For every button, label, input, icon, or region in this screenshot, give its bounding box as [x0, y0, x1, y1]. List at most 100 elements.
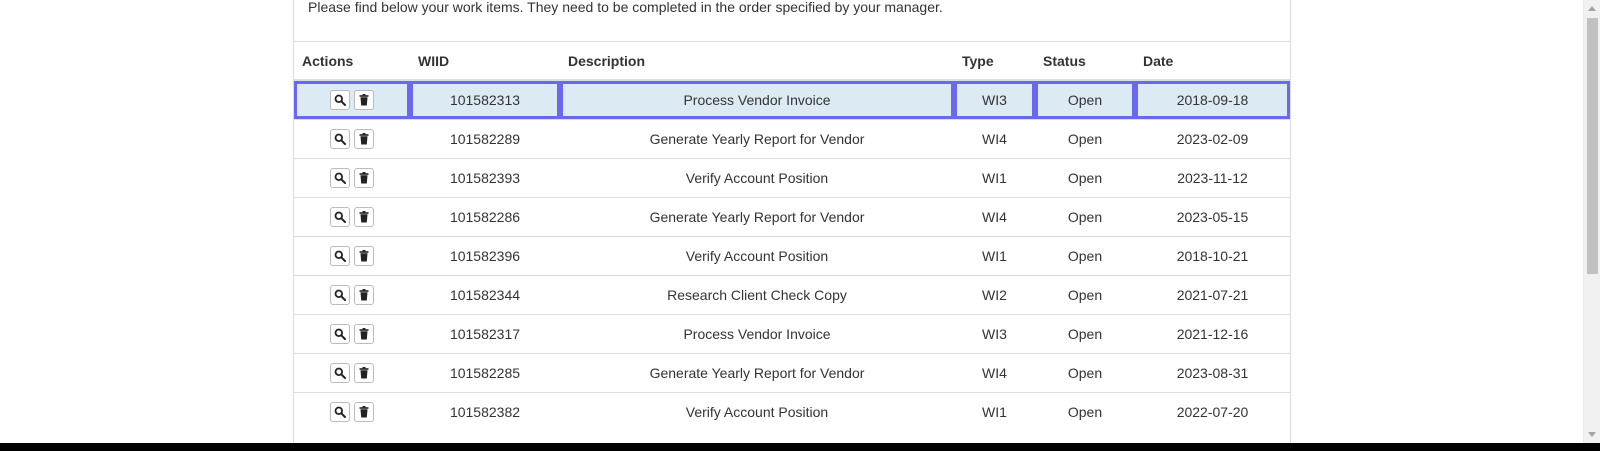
- date-cell: 2023-08-31: [1135, 353, 1290, 393]
- search-icon: [334, 211, 346, 223]
- view-button[interactable]: [330, 324, 350, 344]
- description-cell: Process Vendor Invoice: [560, 314, 954, 354]
- delete-button[interactable]: [354, 90, 374, 110]
- type-cell: WI4: [954, 119, 1035, 159]
- table-row[interactable]: 101582285 Generate Yearly Report for Vend…: [294, 353, 1290, 393]
- date-cell: 2023-11-12: [1135, 158, 1290, 198]
- actions-cell: [294, 275, 410, 315]
- work-items-table: Actions WIID Description Type Status Dat…: [294, 42, 1290, 431]
- type-cell: WI3: [954, 79, 1035, 120]
- view-button[interactable]: [330, 246, 350, 266]
- column-header-wiid[interactable]: WIID: [410, 42, 560, 81]
- delete-button[interactable]: [354, 207, 374, 227]
- delete-button[interactable]: [354, 129, 374, 149]
- column-header-date[interactable]: Date: [1135, 42, 1290, 81]
- table-row[interactable]: 101582396 Verify Account Position WI1 Open 2…: [294, 236, 1290, 276]
- actions-cell: [294, 79, 410, 120]
- date-cell: 2021-12-16: [1135, 314, 1290, 354]
- search-icon: [334, 289, 346, 301]
- status-cell: Open: [1035, 79, 1135, 120]
- table-row[interactable]: 101582317 Process Vendor Invoice WI3 Open 20…: [294, 314, 1290, 354]
- type-cell: WI3: [954, 314, 1035, 354]
- scroll-down-arrow-icon[interactable]: [1588, 432, 1596, 437]
- trash-icon: [359, 133, 369, 145]
- date-cell: 2018-09-18: [1135, 79, 1290, 120]
- view-button[interactable]: [330, 90, 350, 110]
- table-row[interactable]: 101582313 Process Vendor Invoice WI3 Open 20…: [294, 79, 1290, 120]
- search-icon: [334, 250, 346, 262]
- status-cell: Open: [1035, 314, 1135, 354]
- type-cell: WI2: [954, 275, 1035, 315]
- wiid-cell: 101582393: [410, 158, 560, 198]
- delete-button[interactable]: [354, 168, 374, 188]
- status-cell: Open: [1035, 275, 1135, 315]
- status-cell: Open: [1035, 158, 1135, 198]
- status-cell: Open: [1035, 353, 1135, 393]
- trash-icon: [359, 328, 369, 340]
- date-cell: 2021-07-21: [1135, 275, 1290, 315]
- table-row[interactable]: 101582289 Generate Yearly Report for Vend…: [294, 119, 1290, 159]
- trash-icon: [359, 94, 369, 106]
- trash-icon: [359, 172, 369, 184]
- description-cell: Verify Account Position: [560, 392, 954, 431]
- wiid-cell: 101582285: [410, 353, 560, 393]
- column-header-description[interactable]: Description: [560, 42, 954, 81]
- column-header-status[interactable]: Status: [1035, 42, 1135, 81]
- wiid-cell: 101582313: [410, 79, 560, 120]
- vertical-scrollbar[interactable]: [1583, 0, 1600, 443]
- delete-button[interactable]: [354, 285, 374, 305]
- actions-cell: [294, 119, 410, 159]
- description-cell: Research Client Check Copy: [560, 275, 954, 315]
- delete-button[interactable]: [354, 324, 374, 344]
- type-cell: WI4: [954, 353, 1035, 393]
- status-cell: Open: [1035, 197, 1135, 237]
- description-cell: Generate Yearly Report for Vendor: [560, 197, 954, 237]
- delete-button[interactable]: [354, 402, 374, 422]
- actions-cell: [294, 314, 410, 354]
- bottom-bar: [0, 443, 1600, 451]
- table-body: 101582313 Process Vendor Invoice WI3 Open 20…: [294, 79, 1290, 431]
- search-icon: [334, 328, 346, 340]
- status-cell: Open: [1035, 119, 1135, 159]
- delete-button[interactable]: [354, 246, 374, 266]
- view-button[interactable]: [330, 363, 350, 383]
- table-row[interactable]: 101582393 Verify Account Position WI1 Open 2…: [294, 158, 1290, 198]
- wiid-cell: 101582344: [410, 275, 560, 315]
- status-cell: Open: [1035, 236, 1135, 276]
- scrollbar-thumb[interactable]: [1587, 18, 1598, 274]
- date-cell: 2018-10-21: [1135, 236, 1290, 276]
- actions-cell: [294, 353, 410, 393]
- view-button[interactable]: [330, 129, 350, 149]
- description-cell: Verify Account Position: [560, 158, 954, 198]
- intro-text: Please find below your work items. They …: [308, 0, 943, 15]
- table-header-row: Actions WIID Description Type Status Dat…: [294, 42, 1290, 81]
- actions-cell: [294, 236, 410, 276]
- delete-button[interactable]: [354, 363, 374, 383]
- date-cell: 2022-07-20: [1135, 392, 1290, 431]
- table-row[interactable]: 101582286 Generate Yearly Report for Vend…: [294, 197, 1290, 237]
- view-button[interactable]: [330, 285, 350, 305]
- view-button[interactable]: [330, 168, 350, 188]
- description-cell: Generate Yearly Report for Vendor: [560, 353, 954, 393]
- work-items-panel: Please find below your work items. They …: [293, 0, 1291, 451]
- scroll-up-arrow-icon[interactable]: [1588, 6, 1596, 11]
- view-button[interactable]: [330, 402, 350, 422]
- wiid-cell: 101582396: [410, 236, 560, 276]
- wiid-cell: 101582286: [410, 197, 560, 237]
- column-header-type[interactable]: Type: [954, 42, 1035, 81]
- search-icon: [334, 133, 346, 145]
- trash-icon: [359, 211, 369, 223]
- description-cell: Generate Yearly Report for Vendor: [560, 119, 954, 159]
- actions-cell: [294, 158, 410, 198]
- table-row[interactable]: 101582344 Research Client Check Copy WI2 Op…: [294, 275, 1290, 315]
- actions-cell: [294, 392, 410, 431]
- description-cell: Verify Account Position: [560, 236, 954, 276]
- type-cell: WI1: [954, 236, 1035, 276]
- view-button[interactable]: [330, 207, 350, 227]
- search-icon: [334, 94, 346, 106]
- description-cell: Process Vendor Invoice: [560, 79, 954, 120]
- table-row[interactable]: 101582382 Verify Account Position WI1 Open 2…: [294, 392, 1290, 431]
- date-cell: 2023-05-15: [1135, 197, 1290, 237]
- wiid-cell: 101582382: [410, 392, 560, 431]
- type-cell: WI4: [954, 197, 1035, 237]
